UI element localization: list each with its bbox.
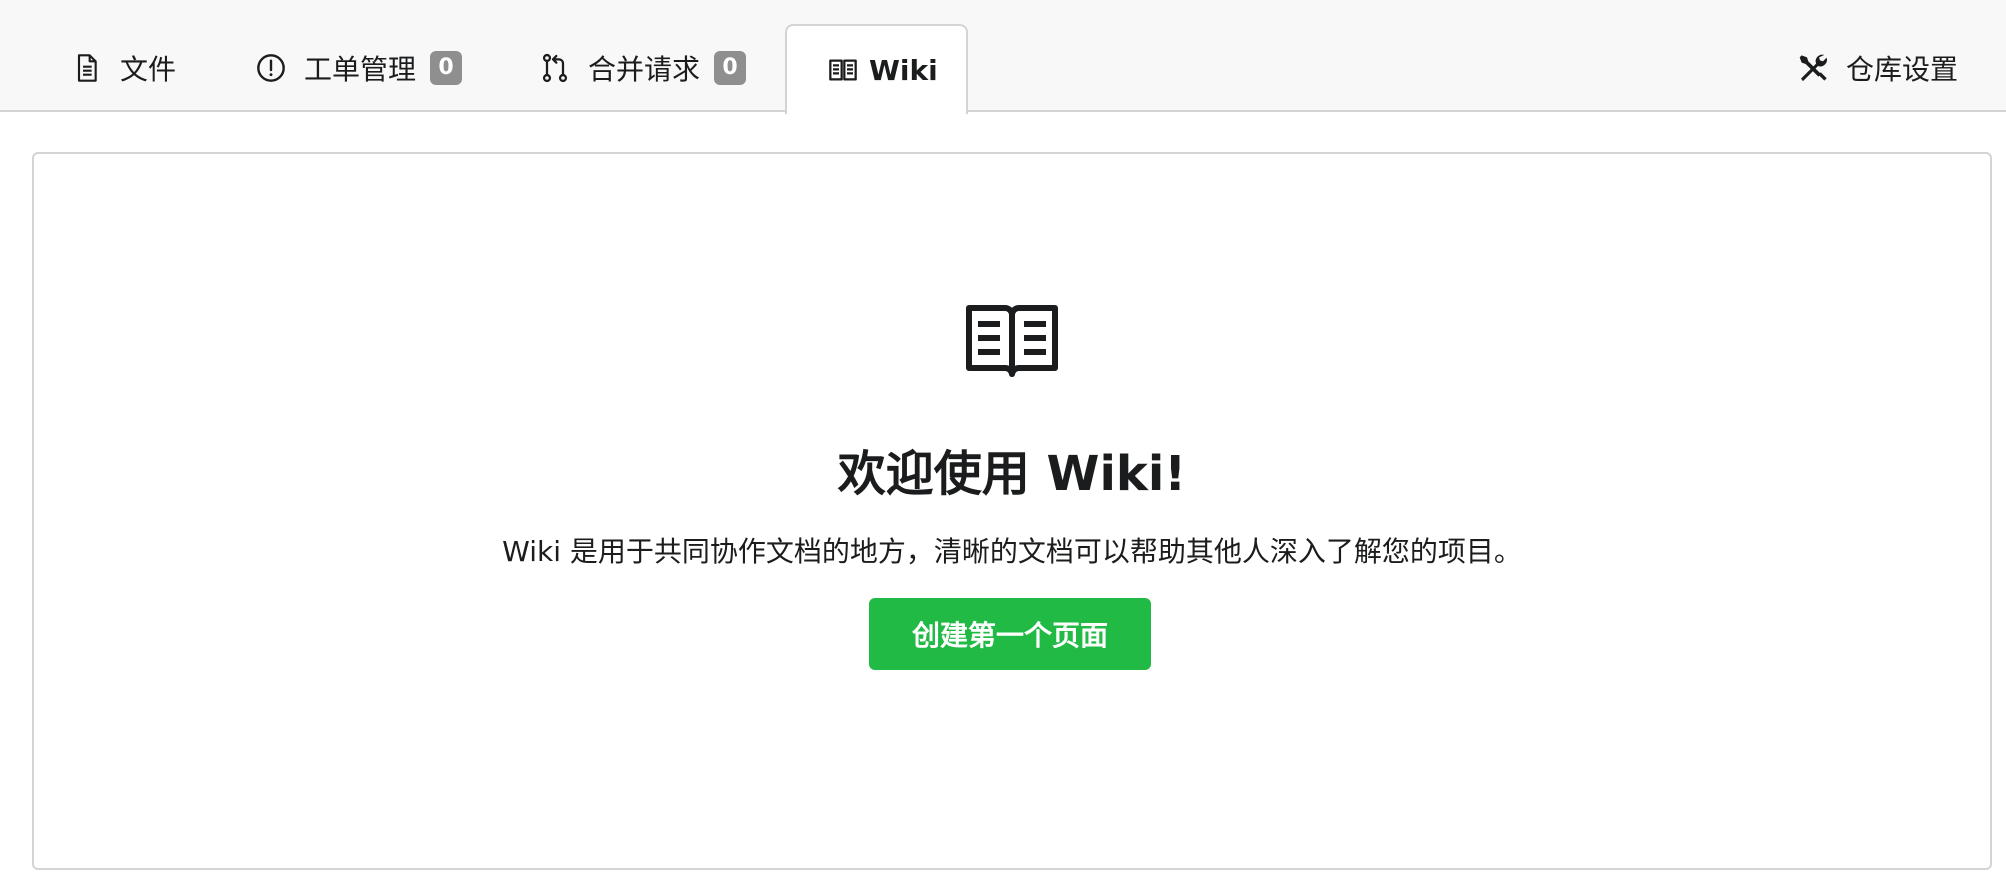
empty-state-title: 欢迎使用 Wiki! [837, 446, 1187, 502]
issue-opened-icon [254, 51, 288, 85]
tab-issues-label: 工单管理 [304, 53, 417, 86]
create-first-page-button[interactable]: 创建第一个页面 [869, 598, 1151, 670]
tab-wiki[interactable]: Wiki [785, 24, 968, 114]
pull-requests-count-badge: 0 [714, 51, 747, 85]
empty-state-description: Wiki 是用于共同协作文档的地方，清晰的文档可以帮助其他人深入了解您的项目。 [502, 535, 1522, 568]
book-icon [827, 53, 859, 87]
wiki-empty-state-panel: 欢迎使用 Wiki! Wiki 是用于共同协作文档的地方，清晰的文档可以帮助其他… [32, 152, 1992, 870]
tab-pull-requests-label: 合并请求 [588, 53, 701, 86]
tab-files[interactable]: 文件 [70, 24, 176, 112]
book-icon [964, 302, 1060, 382]
tab-pull-requests[interactable]: 合并请求 0 [538, 24, 747, 112]
issues-count-badge: 0 [430, 51, 463, 85]
tab-settings-label: 仓库设置 [1846, 53, 1959, 86]
tab-settings[interactable]: 仓库设置 [1796, 24, 1958, 112]
repo-tab-bar: 文件 工单管理 0 合并请求 0 Wiki 仓库设置 [0, 0, 2006, 114]
tab-issues[interactable]: 工单管理 0 [254, 24, 463, 112]
tab-files-label: 文件 [120, 53, 177, 86]
git-pull-request-icon [538, 51, 572, 85]
tab-wiki-label: Wiki [869, 53, 938, 87]
file-icon [70, 51, 104, 85]
tools-icon [1796, 51, 1830, 85]
